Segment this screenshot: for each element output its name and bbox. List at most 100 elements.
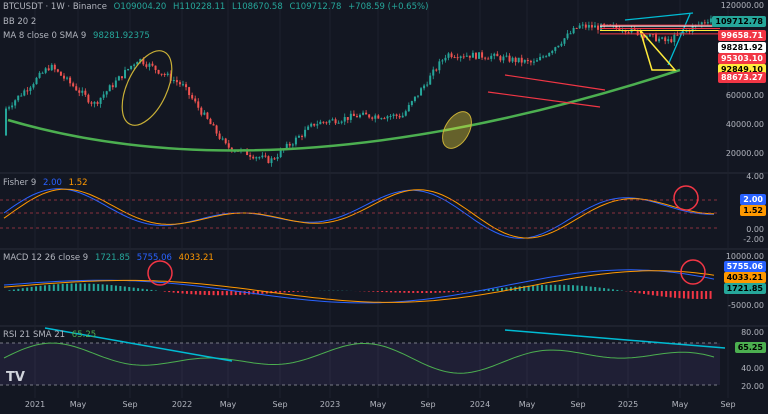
macd-histogram-bar bbox=[185, 291, 188, 294]
macd-histogram-bar bbox=[101, 284, 104, 291]
candle-body bbox=[224, 138, 227, 144]
support-curve bbox=[7, 68, 681, 152]
macd-histogram-bar bbox=[678, 291, 681, 299]
candle-body bbox=[252, 156, 255, 159]
rsi-axis-tick: 20.00 bbox=[741, 382, 764, 391]
tradingview-logo[interactable]: TV bbox=[6, 370, 25, 385]
candle-body bbox=[96, 102, 99, 104]
macd-histogram-bar bbox=[580, 285, 583, 291]
ma-indicator-label[interactable]: MA 8 close 0 SMA 9 98281.92375 bbox=[3, 31, 154, 42]
candle-body bbox=[316, 124, 319, 126]
time-axis-tick: May bbox=[671, 400, 689, 409]
candle-body bbox=[218, 133, 221, 139]
macd-histogram-bar bbox=[536, 285, 539, 291]
fisher-line bbox=[3, 188, 714, 239]
macd-histogram-bar bbox=[110, 285, 113, 291]
price-axis-tick: 20000.00 bbox=[725, 149, 764, 158]
macd-indicator-label[interactable]: MACD 12 26 close 9 1721.85 5755.06 4033.… bbox=[3, 253, 218, 264]
trend-line bbox=[624, 12, 694, 21]
candle-body bbox=[478, 52, 481, 59]
candle-body bbox=[435, 69, 438, 71]
macd-histogram-bar bbox=[674, 291, 677, 298]
low-value: L108670.58 bbox=[232, 2, 283, 12]
macd-histogram-bar bbox=[106, 284, 109, 291]
macd-histogram-bar bbox=[48, 284, 51, 291]
price-header: BTCUSDT · 1W · Binance O109004.20 H11022… bbox=[3, 2, 432, 13]
fisher-indicator-label[interactable]: Fisher 9 2.00 1.52 bbox=[3, 178, 92, 189]
candle-body bbox=[249, 155, 252, 157]
candle-body bbox=[108, 85, 111, 92]
candle-body bbox=[542, 56, 545, 58]
candle-body bbox=[178, 82, 181, 85]
candle-body bbox=[700, 22, 703, 25]
macd-label: 1721.85 bbox=[723, 283, 766, 294]
candle-body bbox=[520, 57, 523, 63]
macd-histogram-bar bbox=[496, 288, 499, 291]
candle-body bbox=[551, 50, 554, 53]
macd-histogram-bar bbox=[221, 291, 224, 296]
macd-histogram-bar bbox=[492, 288, 495, 291]
candle-body bbox=[93, 102, 96, 104]
candle-body bbox=[517, 57, 520, 62]
candle-body bbox=[26, 90, 29, 92]
candle-body bbox=[368, 114, 371, 118]
macd-histogram-bar bbox=[700, 291, 703, 299]
symbol-label[interactable]: BTCUSDT · 1W · Binance bbox=[3, 2, 107, 12]
macd-histogram-bar bbox=[549, 284, 552, 291]
time-axis-tick: Sep bbox=[720, 400, 736, 409]
candle-body bbox=[392, 114, 395, 116]
candle-body bbox=[120, 76, 123, 79]
time-axis-tick: May bbox=[518, 400, 536, 409]
rsi-indicator-label[interactable]: RSI 21 SMA 21 65.25 bbox=[3, 330, 100, 341]
tradingview-chart[interactable]: BTCUSDT · 1W · Binance O109004.20 H11022… bbox=[0, 0, 768, 414]
macd-histogram-bar bbox=[12, 289, 15, 291]
candle-body bbox=[124, 69, 127, 79]
macd-histogram-bar bbox=[208, 291, 211, 296]
macd-histogram-bar bbox=[696, 291, 699, 299]
candle-body bbox=[557, 45, 560, 48]
macd-histogram-bar bbox=[452, 291, 455, 293]
candle-body bbox=[66, 77, 69, 79]
candle-body bbox=[50, 64, 53, 71]
macd-histogram-bar bbox=[26, 287, 29, 291]
macd-histogram-bar bbox=[92, 283, 95, 291]
macd-histogram-bar bbox=[554, 284, 557, 291]
macd-label: 4033.21 bbox=[723, 272, 766, 283]
candle-body bbox=[340, 121, 343, 123]
highlight-ellipse bbox=[121, 50, 173, 126]
fisher-axis-tick: 4.00 bbox=[746, 172, 764, 181]
candle-body bbox=[197, 101, 200, 108]
candle-body bbox=[157, 69, 160, 74]
candle-body bbox=[69, 77, 72, 84]
candle-body bbox=[575, 27, 578, 29]
close-value: C109712.78 bbox=[289, 2, 342, 12]
candle-body bbox=[502, 56, 505, 61]
candle-body bbox=[523, 60, 526, 63]
candle-body bbox=[554, 47, 557, 51]
candle-body bbox=[706, 22, 709, 24]
macd-histogram-bar bbox=[137, 288, 140, 291]
macd-histogram-bar bbox=[443, 291, 446, 293]
candle-body bbox=[11, 105, 14, 108]
candle-body bbox=[569, 33, 572, 35]
candle-body bbox=[508, 55, 511, 62]
candle-body bbox=[182, 84, 184, 86]
candle-body bbox=[102, 94, 105, 98]
candle-body bbox=[301, 135, 304, 137]
price-label: 109712.78 bbox=[712, 16, 766, 27]
macd-histogram-bar bbox=[518, 286, 521, 291]
candle-body bbox=[75, 86, 78, 91]
time-axis-tick: 2021 bbox=[24, 400, 46, 409]
candle-body bbox=[365, 112, 368, 115]
macd-histogram-bar bbox=[172, 291, 175, 293]
macd-label: 5755.06 bbox=[723, 261, 766, 272]
triangle-pattern bbox=[639, 29, 677, 71]
candle-body bbox=[371, 117, 374, 119]
macd-histogram-bar bbox=[21, 288, 24, 291]
candle-body bbox=[72, 83, 75, 87]
chart-canvas[interactable] bbox=[0, 0, 768, 414]
time-axis-tick: Sep bbox=[570, 400, 586, 409]
macd-histogram-bar bbox=[30, 286, 33, 291]
macd-histogram-bar bbox=[141, 288, 144, 291]
bb-indicator-label[interactable]: BB 20 2 bbox=[3, 17, 40, 28]
